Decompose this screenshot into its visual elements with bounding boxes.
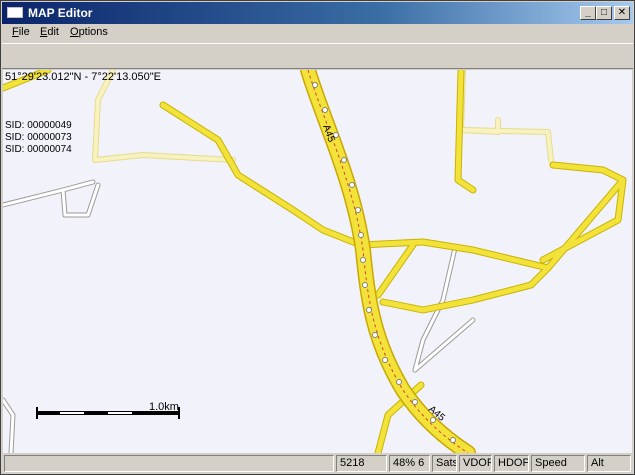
menu-options-mnemonic: O xyxy=(70,26,79,38)
road-minor-east-3 xyxy=(458,127,554,163)
map-canvas[interactable]: A45 A45 51°29'23.012"N - 7°22'13.050"E S… xyxy=(3,70,632,453)
menu-edit-label: dit xyxy=(47,26,59,38)
menu-options-label: ptions xyxy=(78,26,108,38)
app-icon xyxy=(7,7,23,18)
menu-bar: File Edit Options xyxy=(2,24,633,43)
status-vdop: VDOP xyxy=(459,455,492,472)
status-sats: Sats xyxy=(432,455,457,472)
sid-label: SID: 00000073 xyxy=(5,132,72,143)
status-message xyxy=(4,455,334,472)
maximize-button[interactable]: □ xyxy=(596,6,612,20)
road-main-east-c xyxy=(539,161,627,264)
sid-label: SID: 00000049 xyxy=(5,120,72,131)
road-minor-east-1 xyxy=(458,70,501,135)
menu-file[interactable]: File xyxy=(8,26,34,38)
status-count: 5218 xyxy=(336,455,387,472)
window-title: MAP Editor xyxy=(28,6,93,20)
status-hdop: HDOP xyxy=(494,455,529,472)
menu-file-mnemonic: F xyxy=(12,26,19,38)
status-percent: 48% 6 xyxy=(389,455,430,472)
toolbar-area xyxy=(2,43,633,69)
map-roads: A45 A45 xyxy=(3,70,627,453)
close-button[interactable]: ✕ xyxy=(614,6,630,20)
menu-file-label: ile xyxy=(18,26,30,38)
cursor-coordinates: 51°29'23.012"N - 7°22'13.050"E xyxy=(5,71,161,83)
map-editor-window: MAP Editor _ □ ✕ File Edit Options A45 A… xyxy=(0,0,635,475)
status-speed: Speed xyxy=(531,455,585,472)
sid-label: SID: 00000074 xyxy=(5,144,72,155)
scale-label: 1.0km xyxy=(149,401,179,413)
title-bar[interactable]: MAP Editor _ □ ✕ xyxy=(2,2,633,24)
status-bar: 5218 48% 6 Sats VDOP HDOP Speed Alt xyxy=(2,454,633,473)
minimize-button[interactable]: _ xyxy=(580,6,596,20)
menu-edit[interactable]: Edit xyxy=(36,26,63,38)
status-alt: Alt xyxy=(587,455,631,472)
menu-options[interactable]: Options xyxy=(66,26,112,38)
road-minor-north xyxy=(92,70,236,163)
